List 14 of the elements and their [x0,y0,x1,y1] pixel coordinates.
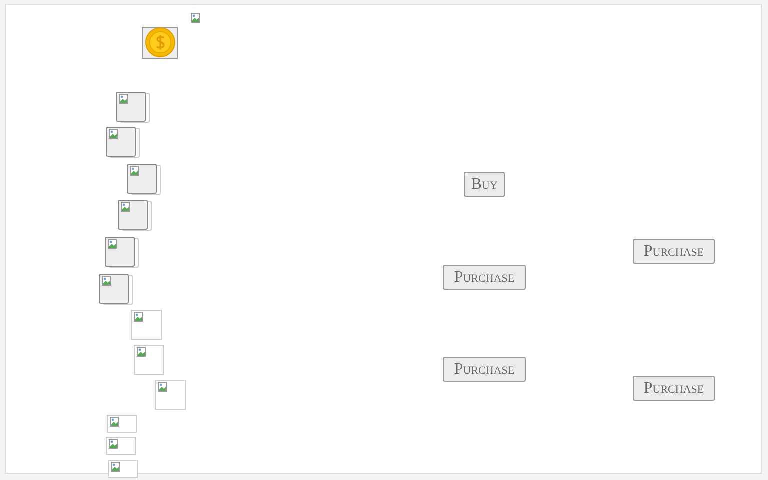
broken-image-icon [130,166,140,176]
broken-image-icon [119,94,129,104]
broken-image-icon [102,276,112,286]
broken-image-icon [121,202,131,212]
coin-icon [145,27,176,58]
broken-image-icon [191,13,201,23]
purchase-button[interactable]: Purchase [633,239,715,264]
purchase-button[interactable]: Purchase [633,376,715,401]
purchase-button[interactable]: Purchase [443,357,526,382]
coin-slot[interactable] [142,27,178,59]
broken-image-icon [108,239,118,249]
purchase-button[interactable]: Purchase [443,265,526,290]
purchase-button[interactable]: Buy [464,172,505,197]
broken-image-icon [109,129,119,139]
